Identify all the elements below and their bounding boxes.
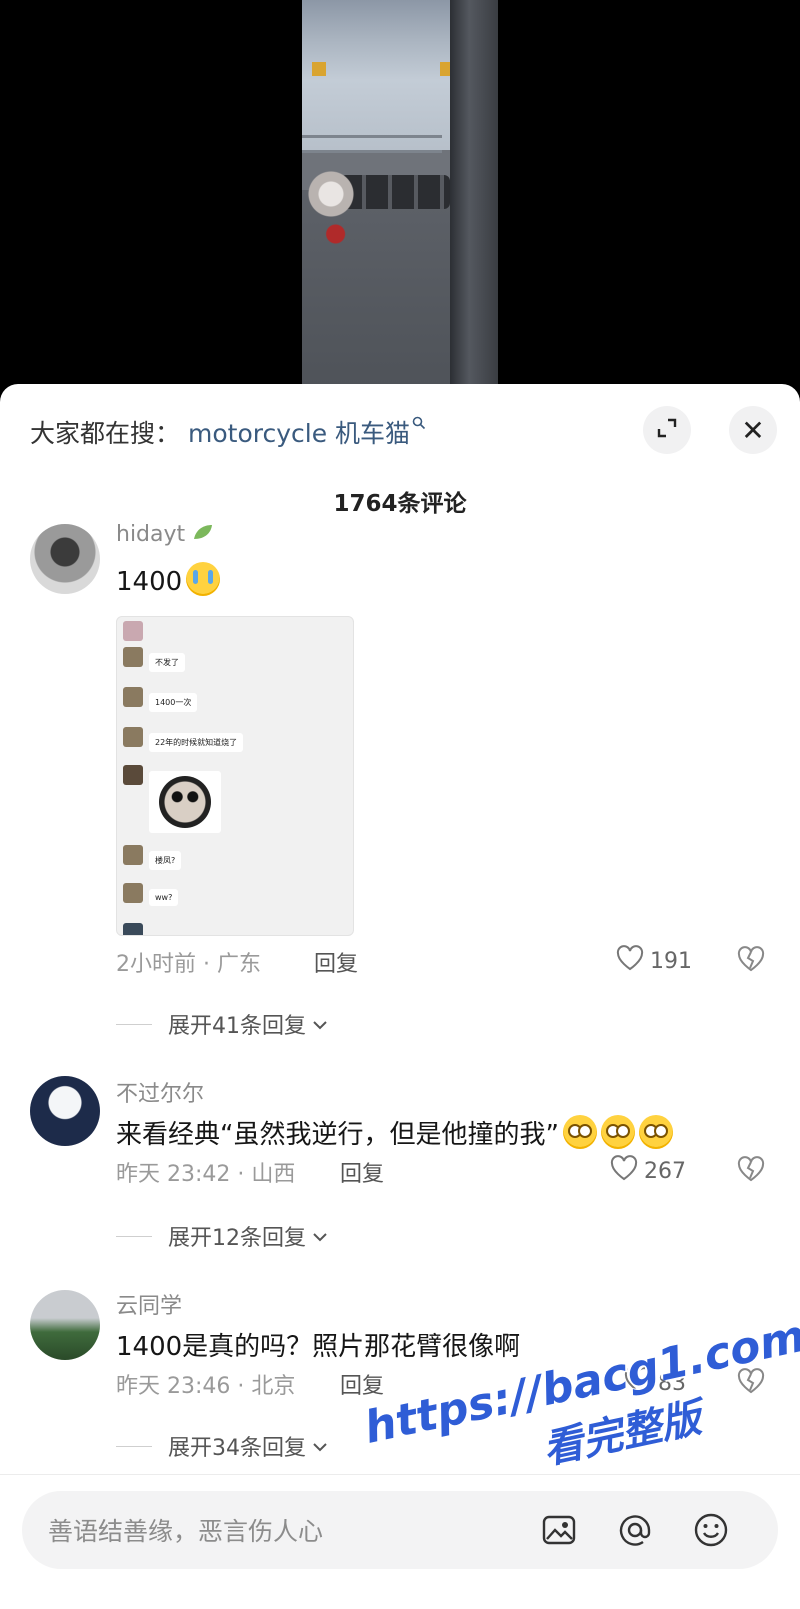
at-icon[interactable] [614, 1509, 656, 1551]
close-button[interactable]: ✕ [729, 406, 777, 454]
emoji-icon[interactable] [690, 1509, 732, 1551]
heart-icon [610, 1155, 644, 1187]
comment-text: 1400 [116, 562, 221, 597]
image-icon[interactable] [538, 1509, 580, 1551]
broken-heart-icon [736, 1156, 766, 1186]
like-count: 191 [650, 948, 692, 974]
divider [116, 1235, 152, 1237]
comment-count: 1764条评论 [333, 491, 467, 517]
time-location: 2小时前 · 广东 [116, 952, 261, 977]
avatar[interactable] [30, 1076, 100, 1146]
panda-meme-sticker [149, 771, 221, 833]
chevron-down-icon [312, 1434, 328, 1459]
comments-sheet: 大家都在搜： motorcycle 机车猫 ✕ 1764条评论 hidayt 1… [0, 384, 800, 1608]
wide-eyes-emoji [600, 1115, 635, 1149]
chat-bubble: 22年的时候就知道烧了 [149, 733, 244, 752]
divider [116, 1445, 152, 1447]
chat-bubble: ww? [149, 889, 179, 906]
reply-button[interactable]: 回复 [340, 1156, 384, 1188]
leaf-icon [192, 522, 214, 547]
chevron-down-icon [312, 1012, 328, 1037]
search-term[interactable]: motorcycle 机车猫 [188, 414, 410, 450]
divider [116, 1023, 152, 1025]
close-icon: ✕ [741, 413, 765, 447]
like-button[interactable]: 267 [610, 1155, 686, 1187]
heart-icon [616, 945, 650, 977]
search-suggestion[interactable]: 大家都在搜： motorcycle 机车猫 [30, 412, 426, 452]
chevron-down-icon [312, 1224, 328, 1249]
dislike-button[interactable] [736, 946, 766, 976]
motorcycle-rider [308, 170, 354, 250]
avatar[interactable] [30, 1290, 100, 1360]
reply-button[interactable]: 回复 [314, 946, 358, 978]
foreground-pole [450, 0, 498, 400]
crying-emoji [186, 562, 221, 596]
time-location: 昨天 23:42 · 山西 [116, 1162, 296, 1187]
username[interactable]: 云同学 [116, 1288, 182, 1320]
like-count: 83 [658, 1370, 686, 1396]
comment-text: 来看经典“虽然我逆行，但是他撞的我” [116, 1114, 673, 1151]
time-location: 昨天 23:46 · 北京 [116, 1374, 296, 1399]
avatar[interactable] [30, 524, 100, 594]
video-frame [302, 0, 498, 400]
wide-eyes-emoji [638, 1115, 673, 1149]
search-icon [412, 415, 426, 434]
chat-bubble: 不发了 [149, 653, 185, 672]
reply-button[interactable]: 回复 [340, 1368, 384, 1400]
username[interactable]: 不过尔尔 [116, 1076, 204, 1108]
video-player[interactable] [0, 0, 800, 400]
username[interactable]: hidayt [116, 522, 214, 547]
heart-icon [624, 1367, 658, 1399]
search-prefix: 大家都在搜： [30, 419, 181, 448]
comment-text: 1400是真的吗？照片那花臂很像啊 [116, 1332, 521, 1362]
rail [302, 150, 442, 153]
wide-eyes-emoji [562, 1115, 597, 1149]
comment-input-bar: 善语结善缘，恶言伤人心 [0, 1474, 800, 1609]
chat-bubble: 1400一次 [149, 693, 198, 712]
chat-bubble: 楼凤? [149, 851, 182, 870]
expand-replies[interactable]: 展开34条回复 [116, 1430, 328, 1462]
comment-image[interactable]: 不发了 1400一次 22年的时候就知道烧了 楼凤? ww? [116, 616, 354, 936]
rail [302, 135, 442, 138]
tire-barrier [340, 175, 450, 209]
fullscreen-button[interactable] [643, 406, 691, 454]
fullscreen-icon [656, 417, 678, 443]
warning-sign [312, 62, 326, 76]
input-placeholder: 善语结善缘，恶言伤人心 [48, 1517, 324, 1546]
dislike-button[interactable] [736, 1156, 766, 1186]
like-count: 267 [644, 1158, 686, 1184]
dislike-button[interactable] [736, 1368, 766, 1398]
expand-replies[interactable]: 展开41条回复 [116, 1008, 328, 1040]
broken-heart-icon [736, 1368, 766, 1398]
broken-heart-icon [736, 946, 766, 976]
comment-input[interactable]: 善语结善缘，恶言伤人心 [22, 1491, 778, 1569]
expand-replies[interactable]: 展开12条回复 [116, 1220, 328, 1252]
like-button[interactable]: 83 [624, 1367, 686, 1399]
like-button[interactable]: 191 [616, 945, 692, 977]
